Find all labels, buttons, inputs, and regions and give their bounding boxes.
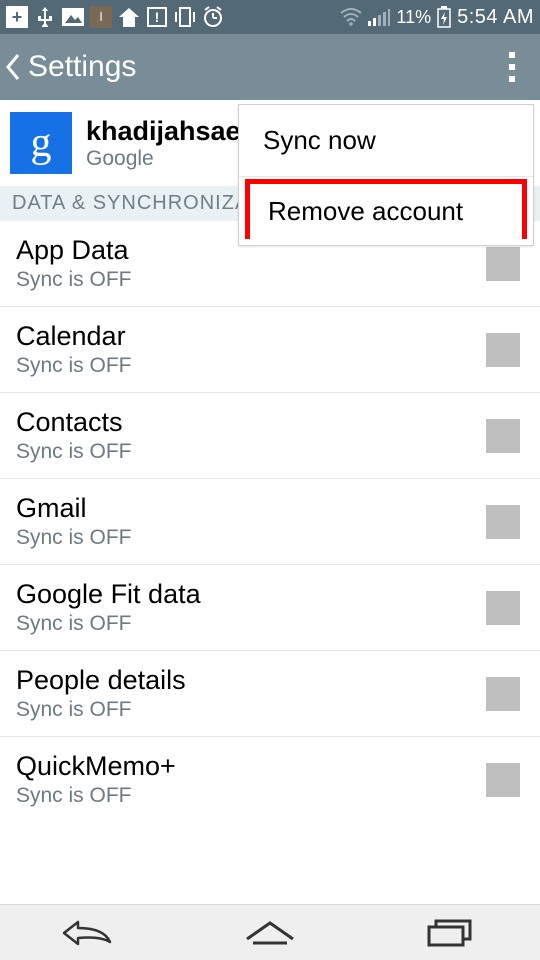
checkbox[interactable]: [486, 333, 520, 367]
wifi-icon: [340, 8, 362, 26]
chevron-left-icon: [4, 52, 22, 82]
sync-item-calendar[interactable]: Calendar Sync is OFF: [0, 307, 540, 393]
arabic-app-icon: ا: [90, 6, 112, 28]
battery-charging-icon: [437, 6, 451, 28]
status-bar: + ا ! 11% 5:54 AM: [0, 0, 540, 34]
overflow-menu: Sync now Remove account: [238, 104, 534, 246]
item-sub: Sync is OFF: [16, 698, 186, 722]
alert-icon: !: [146, 6, 168, 28]
item-sub: Sync is OFF: [16, 526, 132, 550]
status-right: 11% 5:54 AM: [340, 6, 534, 29]
battery-percentage: 11%: [396, 7, 431, 28]
sync-item-people-details[interactable]: People details Sync is OFF: [0, 651, 540, 737]
sync-item-gmail[interactable]: Gmail Sync is OFF: [0, 479, 540, 565]
item-label: App Data: [16, 235, 132, 266]
image-icon: [62, 6, 84, 28]
back-icon: [60, 918, 120, 948]
item-label: Calendar: [16, 321, 132, 352]
item-label: Gmail: [16, 493, 132, 524]
sync-list: App Data Sync is OFF Calendar Sync is OF…: [0, 221, 540, 822]
item-sub: Sync is OFF: [16, 784, 176, 808]
account-name: khadijahsae: [86, 116, 241, 147]
navigation-bar: [0, 904, 540, 960]
checkbox[interactable]: [486, 247, 520, 281]
sync-item-google-fit[interactable]: Google Fit data Sync is OFF: [0, 565, 540, 651]
back-button[interactable]: Settings: [4, 50, 136, 84]
menu-remove-account[interactable]: Remove account: [245, 179, 527, 239]
item-label: Contacts: [16, 407, 132, 438]
nav-recent-button[interactable]: [415, 915, 485, 951]
account-provider: Google: [86, 147, 241, 171]
app-bar: Settings: [0, 34, 540, 100]
item-label: QuickMemo+: [16, 751, 176, 782]
nav-home-button[interactable]: [235, 915, 305, 951]
item-sub: Sync is OFF: [16, 268, 132, 292]
status-left-icons: + ا !: [6, 6, 224, 28]
item-label: People details: [16, 665, 186, 696]
checkbox[interactable]: [486, 677, 520, 711]
overflow-menu-button[interactable]: [492, 47, 532, 87]
page-title: Settings: [28, 50, 136, 84]
menu-sync-now[interactable]: Sync now: [239, 105, 533, 177]
home-sd-icon: [118, 6, 140, 28]
nav-back-button[interactable]: [55, 915, 125, 951]
sync-item-quickmemo[interactable]: QuickMemo+ Sync is OFF: [0, 737, 540, 822]
alarm-icon: [202, 6, 224, 28]
kebab-icon: [509, 52, 515, 82]
item-label: Google Fit data: [16, 579, 201, 610]
home-icon: [243, 919, 297, 947]
checkbox[interactable]: [486, 419, 520, 453]
checkbox[interactable]: [486, 505, 520, 539]
vibrate-icon: [174, 6, 196, 28]
item-sub: Sync is OFF: [16, 440, 132, 464]
checkbox[interactable]: [486, 763, 520, 797]
usb-icon: [34, 6, 56, 28]
item-sub: Sync is OFF: [16, 354, 132, 378]
item-sub: Sync is OFF: [16, 612, 201, 636]
signal-icon: [368, 8, 390, 26]
clock-time: 5:54 AM: [457, 6, 534, 29]
plus-icon: +: [6, 6, 28, 28]
recent-apps-icon: [426, 918, 474, 948]
sync-item-contacts[interactable]: Contacts Sync is OFF: [0, 393, 540, 479]
google-badge-icon: g: [10, 112, 72, 174]
checkbox[interactable]: [486, 591, 520, 625]
